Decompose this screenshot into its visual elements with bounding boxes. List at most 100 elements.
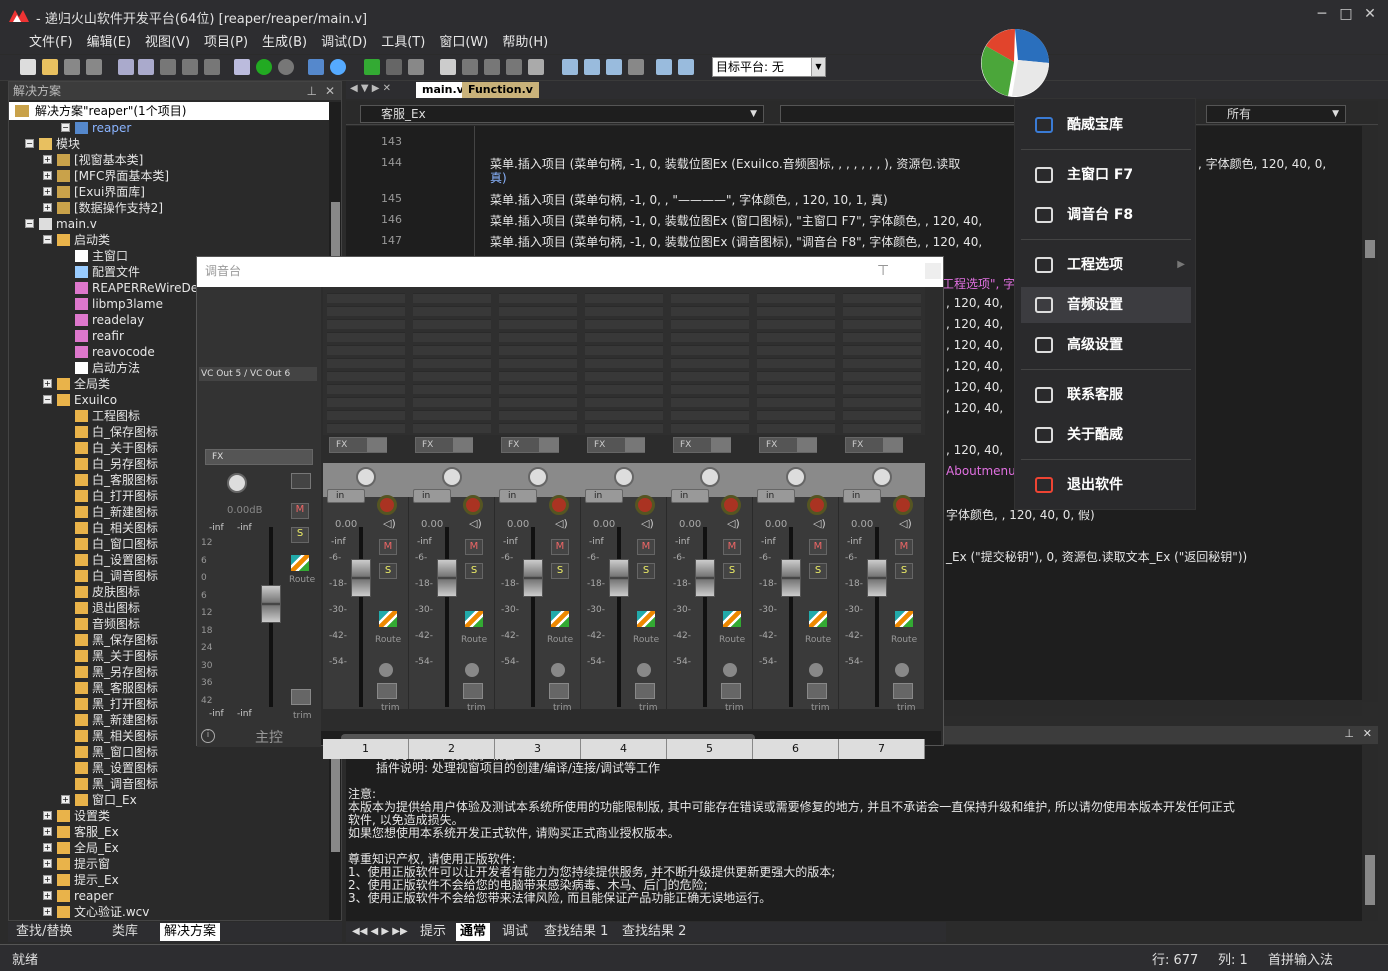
- method-select[interactable]: 所有 ▼: [1206, 105, 1346, 123]
- channel-number[interactable]: 7: [839, 739, 925, 759]
- fx-slot[interactable]: [843, 345, 921, 355]
- collapse-icon[interactable]: −: [25, 219, 34, 228]
- fx-slot[interactable]: [499, 319, 577, 329]
- tab-find-results-2[interactable]: 查找结果 2: [618, 923, 690, 941]
- fx-slot[interactable]: [843, 358, 921, 368]
- menu-build[interactable]: 生成(B): [255, 34, 314, 52]
- speaker-icon[interactable]: ◁): [899, 517, 912, 530]
- fx-slot[interactable]: [413, 293, 491, 303]
- tree-item[interactable]: 黑_保存图标: [75, 632, 158, 648]
- tree-item[interactable]: 黑_窗口图标: [75, 744, 158, 760]
- trim-button[interactable]: [377, 683, 397, 699]
- debug-icon[interactable]: [408, 59, 424, 75]
- paste-icon[interactable]: [160, 59, 176, 75]
- menu-project[interactable]: 项目(P): [197, 34, 255, 52]
- fx-slot[interactable]: [413, 306, 491, 316]
- new-file-icon[interactable]: [20, 59, 36, 75]
- fx-slot[interactable]: [671, 423, 749, 433]
- fx-slot[interactable]: [671, 358, 749, 368]
- fx-slot[interactable]: [757, 397, 835, 407]
- tab-general[interactable]: 通常: [456, 923, 491, 941]
- back-icon[interactable]: [256, 59, 272, 75]
- fx-slot[interactable]: [499, 423, 577, 433]
- mute-button[interactable]: M: [637, 539, 655, 555]
- locals-icon[interactable]: [584, 59, 600, 75]
- forward-icon[interactable]: [278, 59, 294, 75]
- menu-item-audio-settings[interactable]: 音频设置: [1021, 287, 1191, 323]
- phase-icon[interactable]: [379, 663, 393, 677]
- tab-find-results-1[interactable]: 查找结果 1: [540, 923, 612, 941]
- tree-item[interactable]: + 全局类: [43, 376, 110, 392]
- cut-icon[interactable]: [118, 59, 134, 75]
- speaker-icon[interactable]: ◁): [641, 517, 654, 530]
- minimize-button[interactable]: ─: [1310, 6, 1334, 26]
- fx-slot[interactable]: [757, 371, 835, 381]
- master-fader[interactable]: [261, 585, 281, 623]
- fx-slot[interactable]: [843, 410, 921, 420]
- fx-power-icon[interactable]: [367, 438, 387, 452]
- window-list-icon[interactable]: [678, 59, 694, 75]
- fx-slot[interactable]: [757, 332, 835, 342]
- menu-debug[interactable]: 调试(D): [314, 34, 374, 52]
- master-mute-button[interactable]: M: [291, 503, 309, 519]
- menu-item-cube[interactable]: 高级设置: [1021, 327, 1191, 363]
- close-icon[interactable]: ✕: [325, 82, 335, 100]
- tree-item[interactable]: − reaper: [61, 120, 131, 136]
- fx-slot[interactable]: [671, 332, 749, 342]
- input-select[interactable]: in: [585, 489, 623, 503]
- fx-slot[interactable]: [757, 384, 835, 394]
- hand-icon[interactable]: [440, 59, 456, 75]
- input-select[interactable]: in: [327, 489, 365, 503]
- fx-slot[interactable]: [843, 371, 921, 381]
- fx-slot[interactable]: [585, 423, 663, 433]
- phase-icon[interactable]: [637, 663, 651, 677]
- expand-icon[interactable]: +: [43, 379, 52, 388]
- tree-item[interactable]: readelay: [75, 312, 144, 328]
- tree-item[interactable]: + [数据操作支持2]: [43, 200, 163, 216]
- close-button[interactable]: ✕: [1358, 6, 1382, 26]
- tree-item[interactable]: 白_打开图标: [75, 488, 158, 504]
- tree-item[interactable]: 黑_打开图标: [75, 696, 158, 712]
- pan-knob[interactable]: [872, 467, 892, 487]
- volume-fader[interactable]: [867, 559, 887, 597]
- fx-slot[interactable]: [499, 345, 577, 355]
- master-route-icon[interactable]: [291, 555, 309, 571]
- fx-slot[interactable]: [499, 358, 577, 368]
- copy-icon[interactable]: [138, 59, 154, 75]
- tree-item[interactable]: + [MFC界面基本类]: [43, 168, 169, 184]
- speaker-icon[interactable]: ◁): [469, 517, 482, 530]
- expand-icon[interactable]: +: [43, 859, 52, 868]
- maximize-button[interactable]: □: [1334, 6, 1358, 26]
- tab-solution[interactable]: 解决方案: [160, 923, 221, 941]
- menu-item-store[interactable]: 酷威宝库: [1021, 107, 1191, 143]
- expand-icon[interactable]: +: [43, 827, 52, 836]
- pan-knob[interactable]: [356, 467, 376, 487]
- code-line[interactable]: 菜单.插入项目 (菜单句柄, -1, 0, , "————", 字体颜色, , …: [490, 191, 888, 208]
- expand-icon[interactable]: +: [43, 203, 52, 212]
- fx-slot[interactable]: [585, 319, 663, 329]
- fx-slot[interactable]: [757, 410, 835, 420]
- fx-slot[interactable]: [413, 371, 491, 381]
- tree-item[interactable]: + 窗口_Ex: [61, 792, 137, 808]
- stop-icon[interactable]: [386, 59, 402, 75]
- input-select[interactable]: in: [499, 489, 537, 503]
- fx-slot[interactable]: [585, 371, 663, 381]
- tree-item[interactable]: − ExuiIco: [43, 392, 117, 408]
- menu-window[interactable]: 窗口(W): [432, 34, 495, 52]
- mute-button[interactable]: M: [379, 539, 397, 555]
- fx-power-icon[interactable]: [883, 438, 903, 452]
- tab-function-v[interactable]: Function.v: [462, 82, 539, 98]
- output-scrollbar[interactable]: [1362, 745, 1378, 921]
- editor-vertical-scrollbar[interactable]: [1362, 126, 1378, 702]
- collapse-icon[interactable]: −: [43, 235, 52, 244]
- tree-item[interactable]: 白_调音图标: [75, 568, 158, 584]
- menu-tools[interactable]: 工具(T): [374, 34, 432, 52]
- code-line[interactable]: 菜单.插入项目 (菜单句柄, -1, 0, 装载位图Ex (ExuiIco.音频…: [490, 155, 960, 172]
- tab-nav-icon[interactable]: ◀◀ ◀ ▶ ▶▶: [348, 923, 412, 941]
- fx-slot[interactable]: [757, 306, 835, 316]
- step-into-icon[interactable]: [462, 59, 478, 75]
- volume-fader[interactable]: [781, 559, 801, 597]
- scrollbar-thumb[interactable]: [1365, 855, 1375, 905]
- channel-number[interactable]: 2: [409, 739, 495, 759]
- menu-item-layers[interactable]: 工程选项 ▶: [1021, 247, 1191, 283]
